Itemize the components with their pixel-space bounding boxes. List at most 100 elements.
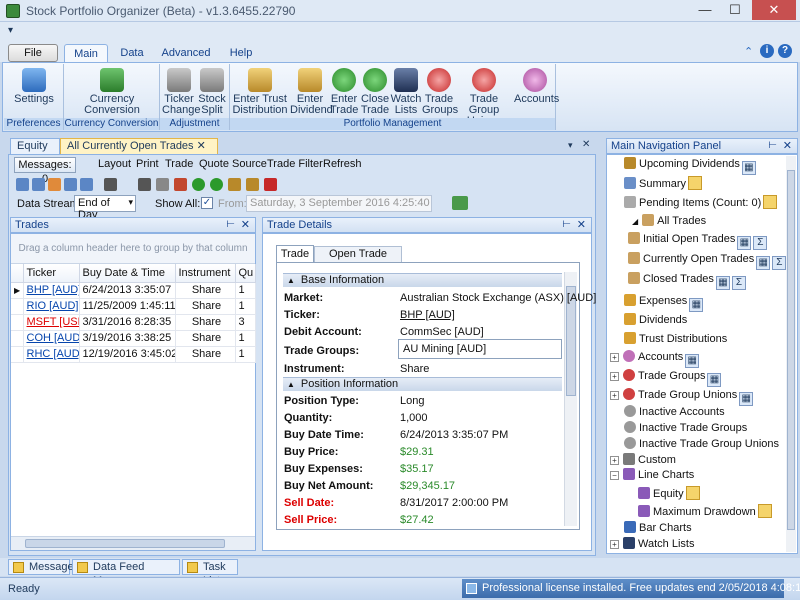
table-row[interactable]: ▶BHP [AUD]6/24/2013 3:35:07 PMShare1 [11,282,256,299]
close-trade-button[interactable]: Close Trade [360,68,390,116]
enter-dividend-button[interactable]: Enter Dividend [290,68,333,116]
close-icon[interactable]: ✕ [241,218,250,232]
tab-help[interactable]: Help [222,44,260,63]
nav-initial-open-trades[interactable]: Initial Open Trades ▦ Σ [628,232,768,250]
menu-refresh[interactable]: Refresh [323,158,362,170]
data-stream-select[interactable]: End of Day ▾ [74,195,136,221]
nav-equity[interactable]: Equity [638,486,700,500]
chart-view-icon[interactable] [763,195,778,209]
qat-customize-icon[interactable]: ▾ [8,25,13,36]
expand-icon[interactable]: + [610,372,619,381]
grid-view-icon[interactable]: ▦ [739,392,754,406]
minimize-button[interactable]: — [690,0,720,20]
report-icon[interactable] [174,178,187,191]
nav-dividends[interactable]: Dividends [624,313,687,326]
messages-button[interactable]: Messages: 0 [14,157,76,185]
grid-icon[interactable] [16,178,29,191]
menu-layout[interactable]: Layout [98,158,131,170]
refresh-icon[interactable] [452,196,468,210]
tab-task-list[interactable]: Task List [182,559,238,587]
nav-trade-group-unions[interactable]: + Trade Group Unions ▦ [610,388,754,406]
currency-conversion-button[interactable]: Currency Conversion [78,68,146,116]
ticker-cell[interactable]: COH [AUD] [23,330,80,347]
menu-trade[interactable]: Trade [165,158,193,170]
table-row[interactable]: RHC [AUD]12/19/2016 3:45:02 PMShare1 [11,346,256,363]
tab-all-currently-open-trades[interactable]: All Currently Open Trades ✕ [60,138,218,154]
dividend-icon[interactable] [228,178,241,191]
watch-lists-button[interactable]: Watch Lists [390,68,422,116]
ticker-cell[interactable]: MSFT [USD] [23,314,80,331]
alert-icon[interactable] [264,178,277,191]
col-buy-date-time[interactable]: Buy Date & Time [79,264,176,283]
sum-icon[interactable]: Σ [772,256,787,270]
nav-trade-groups[interactable]: + Trade Groups ▦ [610,369,722,387]
tab-trade[interactable]: Trade [276,245,314,263]
scrollbar-thumb[interactable] [25,539,225,548]
expand-icon[interactable]: + [610,353,619,362]
distribution-icon[interactable] [246,178,259,191]
tab-equity[interactable]: Equity ✕ [10,138,60,167]
pin-icon[interactable]: ⊢ [562,218,571,232]
grid-view-icon[interactable]: ▦ [707,373,722,387]
col-quantity[interactable]: Qu [235,264,256,283]
chart-view-icon[interactable] [685,486,700,500]
accounts-button[interactable]: Accounts [514,68,559,105]
columns-icon[interactable] [64,178,77,191]
ticker-cell[interactable]: RIO [AUD] [23,298,80,315]
nav-upcoming-dividends[interactable]: Upcoming Dividends ▦ [624,157,756,175]
nav-pending-items[interactable]: Pending Items (Count: 0) [624,195,778,209]
enter-trust-distribution-button[interactable]: Enter Trust Distribution [232,68,288,116]
nav-line-charts[interactable]: − Line Charts [610,468,694,481]
close-icon[interactable]: ✕ [577,218,586,232]
pin-icon[interactable]: ⊢ [768,139,777,153]
print-icon[interactable] [104,178,117,191]
nav-all-trades[interactable]: ◢ All Trades [632,214,706,227]
nav-expenses[interactable]: Expenses ▦ [624,294,704,312]
horizontal-scrollbar[interactable] [11,536,255,550]
col-ticker[interactable]: Ticker [23,264,80,283]
nav-trust-distributions[interactable]: Trust Distributions [624,332,727,345]
nav-accounts[interactable]: + Accounts ▦ [610,350,700,368]
nav-maximum-drawdown[interactable]: Maximum Drawdown [638,504,772,518]
ticker-cell[interactable]: BHP [AUD] [23,282,80,299]
delete-icon[interactable] [138,178,151,191]
expand-icon[interactable]: + [610,540,619,549]
dropdown-icon[interactable]: ▾ [568,140,573,151]
collapse-icon[interactable]: ▲ [287,276,295,285]
nav-currently-open-trades[interactable]: Currently Open Trades ▦ Σ [628,252,787,270]
collapse-icon[interactable]: − [610,471,619,480]
expand-icon[interactable]: + [610,391,619,400]
tab-advanced[interactable]: Advanced [158,44,214,63]
grid-view-icon[interactable]: ▦ [685,354,700,368]
grid-view-icon[interactable]: ▦ [715,276,730,290]
help-icon[interactable]: ? [778,44,792,58]
tab-data-feed-messages[interactable]: Data Feed Messages [72,559,180,587]
ticker-cell[interactable]: RHC [AUD] [23,346,80,363]
tab-open-trade-notes[interactable]: Open Trade Notes [314,246,402,275]
stock-split-button[interactable]: Stock Split [196,68,228,116]
ticker-link[interactable]: RHC [AUD] [27,348,79,360]
ticker-change-button[interactable]: Ticker Change [162,68,201,116]
collapse-icon[interactable]: ◢ [632,217,638,226]
pin-icon[interactable]: ⊢ [226,218,235,232]
menu-quote-source[interactable]: Quote Source [199,158,267,170]
show-all-checkbox[interactable]: ✓ [201,197,213,209]
trade-groups-button[interactable]: Trade Groups [422,68,458,116]
enter-trade-icon[interactable] [192,178,205,191]
table-row[interactable]: RIO [AUD]11/25/2009 1:45:11 PMShare1 [11,298,256,315]
position-information-header[interactable]: ▲ Position Information [283,377,562,391]
undo-icon[interactable] [156,178,169,191]
chooser-icon[interactable] [80,178,93,191]
ticker-link[interactable]: BHP [AUD] [27,284,79,296]
collapse-ribbon-icon[interactable]: ⌃ [744,45,753,58]
ticker-link[interactable]: RIO [AUD] [27,300,79,312]
tab-main[interactable]: Main [64,44,108,63]
grid-view-icon[interactable]: ▦ [756,256,771,270]
nav-summary[interactable]: Summary [624,176,703,190]
tab-data[interactable]: Data [112,44,152,63]
menu-trade-filter[interactable]: Trade Filter [267,158,323,170]
info-icon[interactable]: i [760,44,774,58]
col-instrument[interactable]: Instrument [175,264,236,283]
settings-button[interactable]: Settings [8,68,60,105]
close-trade-icon[interactable] [210,178,223,191]
